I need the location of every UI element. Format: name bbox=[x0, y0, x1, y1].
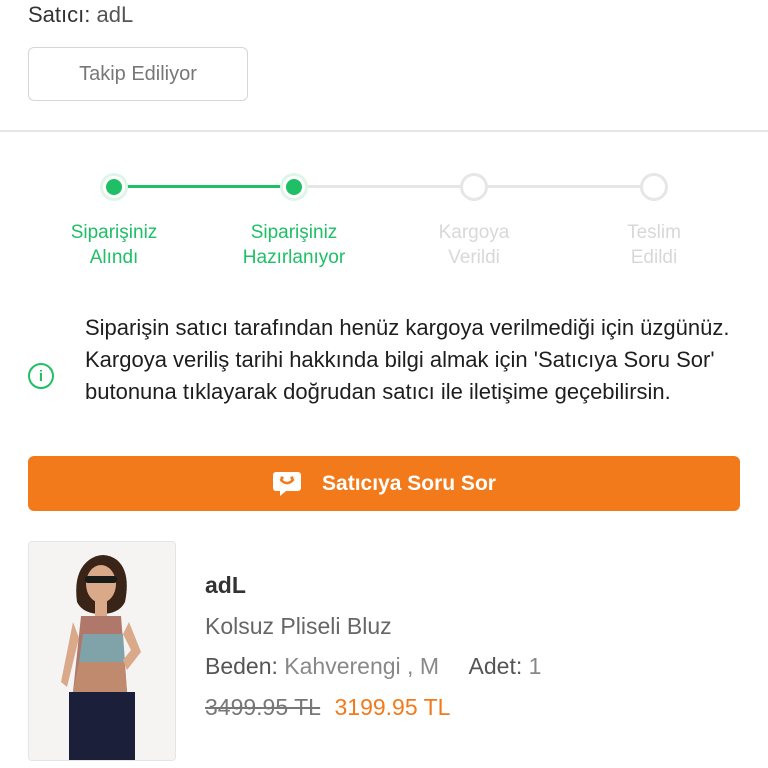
product-image[interactable] bbox=[28, 541, 176, 761]
seller-line: Satıcı: adL bbox=[28, 2, 133, 28]
step-label-shipped: Kargoya Verildi bbox=[438, 222, 510, 268]
seller-label: Satıcı: bbox=[28, 2, 91, 27]
step-label-delivered: Teslim Edildi bbox=[627, 222, 681, 268]
step-dot-received bbox=[100, 173, 128, 201]
step-dot-shipped bbox=[460, 173, 488, 201]
track-line-done bbox=[114, 185, 294, 188]
notice-text: Siparişin satıcı tarafından henüz kargoy… bbox=[85, 315, 730, 404]
step-dot-preparing bbox=[280, 173, 308, 201]
chat-icon bbox=[272, 471, 302, 497]
step-label-received: Siparişiniz Alındı bbox=[70, 222, 158, 268]
ask-seller-button[interactable]: Satıcıya Soru Sor bbox=[28, 456, 740, 511]
product-brand[interactable]: adL bbox=[205, 572, 246, 599]
order-status-tracker: Siparişiniz Alındı Siparişiniz Hazırlanı… bbox=[0, 160, 768, 280]
divider bbox=[0, 130, 768, 132]
product-variant: Beden: Kahverengi , M Adet: 1 bbox=[205, 653, 541, 680]
info-icon: i bbox=[28, 363, 54, 389]
size-label: Beden: bbox=[205, 653, 278, 679]
follow-button[interactable]: Takip Ediliyor bbox=[28, 47, 248, 101]
size-value: Kahverengi , M bbox=[284, 653, 439, 679]
product-price: 3499.95 TL 3199.95 TL bbox=[205, 694, 450, 721]
old-price: 3499.95 TL bbox=[205, 694, 321, 720]
ask-seller-label: Satıcıya Soru Sor bbox=[322, 471, 496, 495]
product-name[interactable]: Kolsuz Pliseli Bluz bbox=[205, 613, 392, 640]
quantity-label: Adet: bbox=[468, 653, 523, 679]
quantity-value: 1 bbox=[528, 653, 542, 679]
step-dot-delivered bbox=[640, 173, 668, 201]
step-label-preparing: Siparişiniz Hazırlanıyor bbox=[242, 222, 346, 268]
new-price: 3199.95 TL bbox=[334, 694, 451, 720]
seller-name[interactable]: adL bbox=[96, 2, 133, 27]
